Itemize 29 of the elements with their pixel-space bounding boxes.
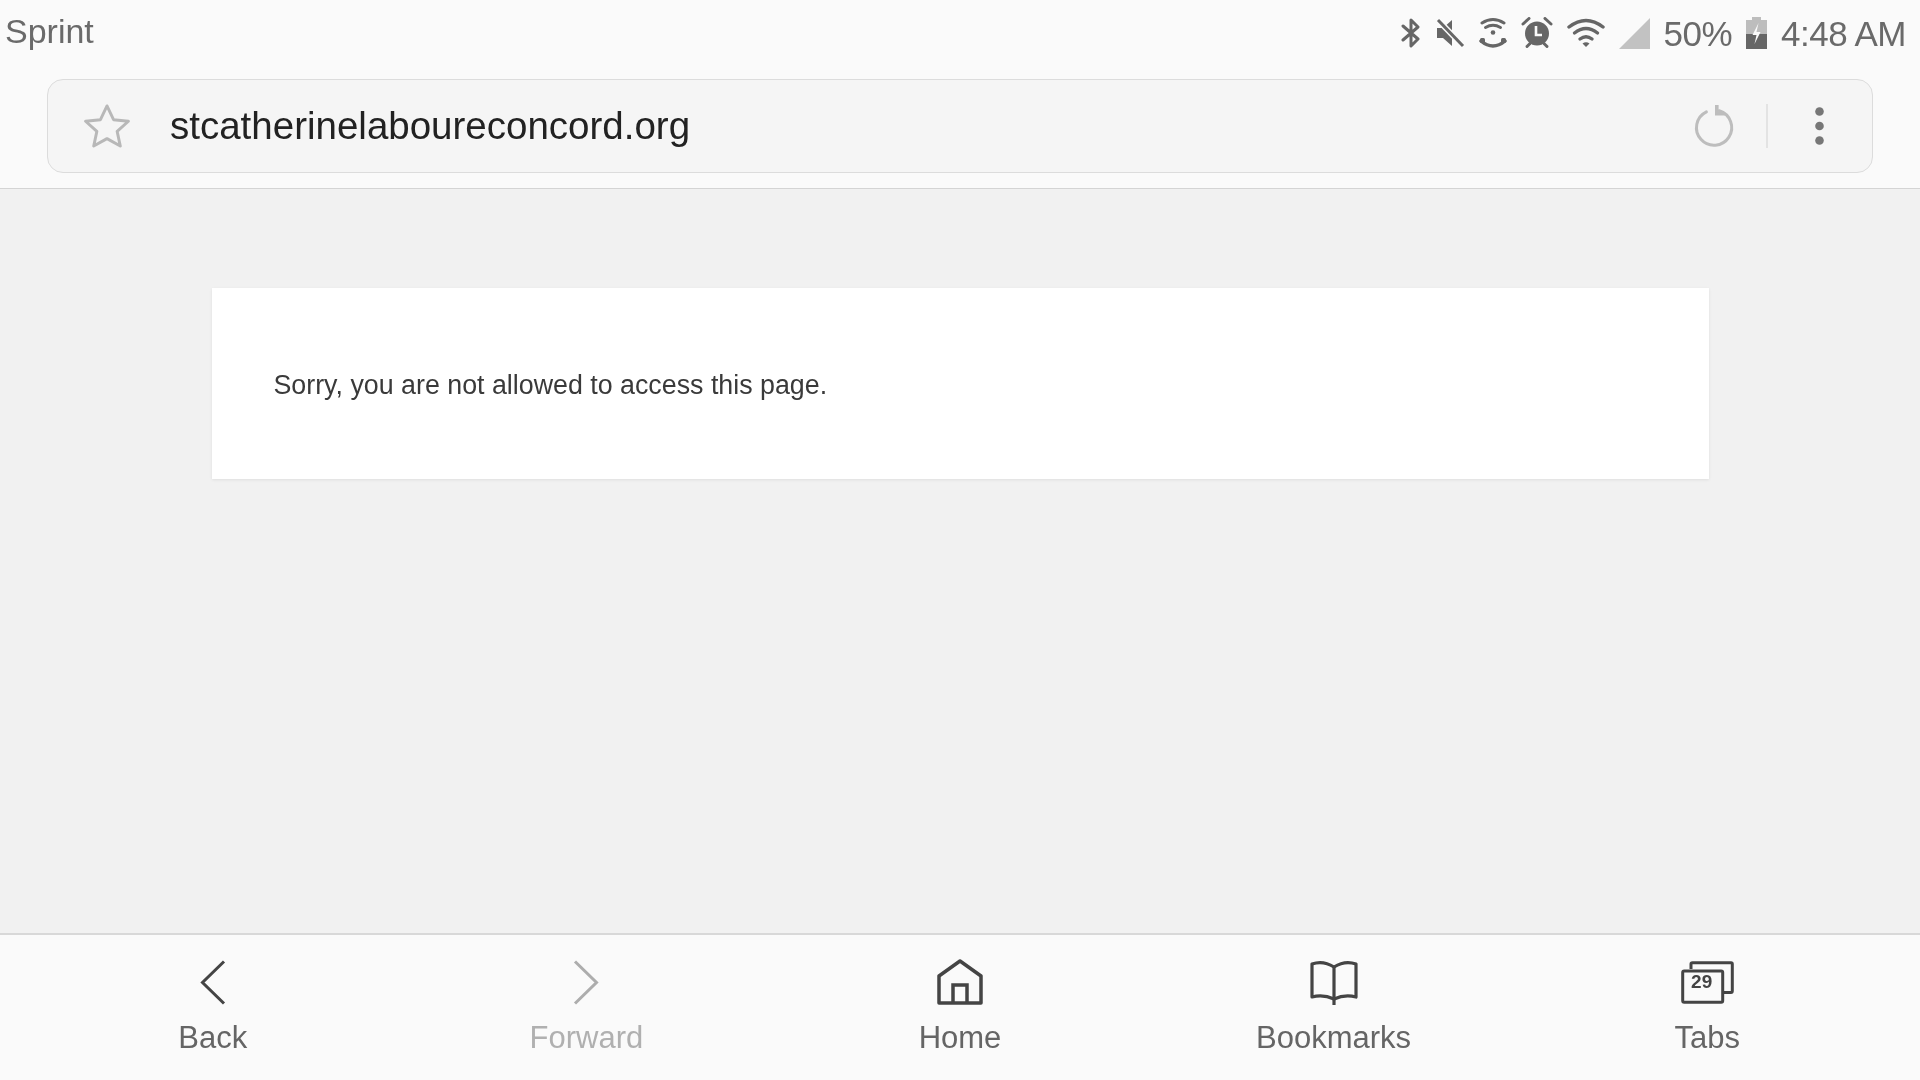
back-button[interactable]: Back (26, 935, 400, 1080)
signal-icon (1618, 17, 1650, 49)
open-book-icon (1308, 959, 1359, 1005)
tab-count: 29 (1690, 972, 1714, 991)
url-field[interactable]: stcatherinelaboureconcord.org (170, 100, 1692, 152)
alarm-clock-icon (1520, 17, 1553, 49)
chevron-right-icon (573, 959, 600, 1005)
bluetooth-icon (1400, 17, 1421, 49)
access-denied-message: Sorry, you are not allowed to access this page. (273, 369, 828, 403)
charging-battery-icon (1746, 17, 1768, 49)
reload-icon (1692, 103, 1736, 149)
wifi-calling-icon (1478, 17, 1507, 49)
reload-button[interactable] (1692, 103, 1736, 149)
clock-time: 4:48 AM (1781, 15, 1906, 51)
bookmarks-button[interactable]: Bookmarks (1146, 935, 1521, 1080)
menu-button[interactable] (1815, 107, 1824, 145)
stacked-tabs-icon (1680, 960, 1734, 1004)
wifi-icon (1566, 18, 1605, 48)
carrier-name: Sprint (5, 14, 94, 48)
home-button[interactable]: Home (773, 935, 1147, 1080)
chevron-left-icon (199, 959, 226, 1005)
tabs-button[interactable]: 29 Tabs (1520, 935, 1894, 1080)
battery-percentage: 50% (1663, 15, 1733, 51)
more-options-icon (1815, 107, 1824, 145)
star-icon (84, 104, 130, 148)
muted-speaker-icon (1434, 17, 1465, 49)
house-icon (937, 959, 983, 1005)
bookmark-star-button[interactable] (84, 104, 130, 148)
address-bar[interactable]: stcatherinelaboureconcord.org (47, 79, 1873, 173)
